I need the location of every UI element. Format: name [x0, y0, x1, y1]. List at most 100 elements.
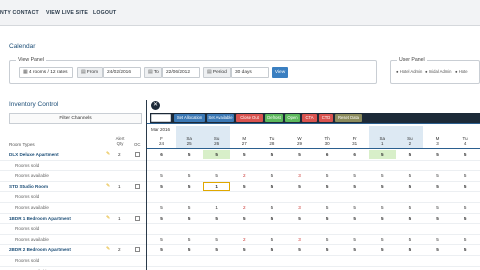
inventory-cell[interactable]: 5 [286, 150, 313, 159]
inventory-cell[interactable] [369, 256, 396, 265]
inventory-cell[interactable]: 5 [231, 214, 258, 223]
inventory-cell[interactable]: 5 [176, 150, 203, 159]
inventory-cell[interactable] [369, 161, 396, 170]
view-button[interactable]: View [272, 67, 288, 78]
inventory-cell[interactable]: 5 [424, 214, 451, 223]
inventory-cell[interactable]: 5 [396, 203, 423, 212]
inventory-cell[interactable]: 5 [314, 235, 341, 244]
inventory-cell[interactable]: 3 [286, 267, 313, 270]
inventory-cell[interactable]: 3 [286, 203, 313, 212]
inventory-cell[interactable]: 5 [424, 203, 451, 212]
nav-view-live-site[interactable]: VIEW LIVE SITE [46, 10, 88, 16]
inventory-cell[interactable]: 5 [424, 150, 451, 159]
inventory-cell[interactable]: 1 [203, 181, 231, 191]
inventory-cell[interactable]: 5 [203, 150, 231, 159]
inventory-cell[interactable]: 5 [341, 235, 368, 244]
inventory-cell[interactable]: 5 [452, 171, 479, 180]
toolbar-button-set-available[interactable]: Set Available [207, 114, 234, 122]
oc-checkbox[interactable] [135, 183, 140, 189]
inventory-cell[interactable]: 5 [231, 182, 258, 191]
inventory-cell[interactable]: 5 [314, 203, 341, 212]
inventory-cell[interactable] [396, 224, 423, 233]
inventory-cell[interactable] [452, 192, 479, 201]
inventory-cell[interactable] [452, 161, 479, 170]
edit-pencil-icon[interactable]: ✎ [106, 215, 110, 221]
room-type-name[interactable]: 2BDR 2 Bedroom Apartment [9, 247, 71, 252]
inventory-cell[interactable] [452, 224, 479, 233]
inventory-cell[interactable]: 5 [424, 235, 451, 244]
inventory-cell[interactable] [203, 224, 230, 233]
inventory-cell[interactable] [203, 256, 230, 265]
nav-logout[interactable]: LOGOUT [93, 10, 116, 16]
oc-checkbox[interactable] [135, 152, 140, 157]
inventory-cell[interactable]: 5 [258, 150, 285, 159]
filter-channels-button[interactable]: Filter Channels [9, 113, 142, 124]
toolbar-button-defrost[interactable]: Defrost [265, 114, 283, 122]
inventory-cell[interactable]: 5 [258, 245, 285, 254]
inventory-cell[interactable] [396, 256, 423, 265]
inventory-cell[interactable] [231, 256, 258, 265]
inventory-cell[interactable]: 5 [396, 267, 423, 270]
inventory-cell[interactable]: 2 [231, 203, 258, 212]
from-date-input[interactable]: 24/02/2016 [103, 67, 141, 78]
inventory-cell[interactable]: 5 [424, 182, 451, 191]
inventory-cell[interactable]: 5 [452, 245, 479, 254]
inventory-cell[interactable] [424, 224, 451, 233]
inventory-cell[interactable]: 5 [396, 245, 423, 254]
inventory-cell[interactable]: 5 [203, 267, 230, 270]
inventory-cell[interactable]: 5 [176, 214, 203, 223]
inventory-cell[interactable]: 5 [369, 235, 396, 244]
inventory-cell[interactable]: 5 [314, 171, 341, 180]
inventory-cell[interactable] [176, 192, 203, 201]
inventory-cell[interactable] [176, 224, 203, 233]
inventory-cell[interactable] [424, 192, 451, 201]
inventory-cell[interactable] [314, 256, 341, 265]
inventory-cell[interactable] [203, 192, 230, 201]
inventory-cell[interactable]: 5 [258, 182, 285, 191]
inventory-cell[interactable]: 5 [341, 171, 368, 180]
inventory-cell[interactable]: 5 [314, 267, 341, 270]
inventory-cell[interactable]: 5 [258, 203, 285, 212]
inventory-cell[interactable]: 5 [314, 182, 341, 191]
inventory-cell[interactable] [148, 192, 175, 201]
inventory-cell[interactable]: 5 [396, 182, 423, 191]
inventory-cell[interactable]: 5 [148, 267, 175, 270]
nav-contact[interactable]: NTY CONTACT [0, 10, 39, 16]
inventory-cell[interactable]: 5 [286, 214, 313, 223]
toolbar-value-input[interactable] [151, 114, 171, 122]
toolbar-button-close-out[interactable]: Close Out [236, 114, 263, 122]
inventory-cell[interactable] [452, 256, 479, 265]
inventory-cell[interactable]: 5 [452, 203, 479, 212]
inventory-cell[interactable]: 5 [452, 267, 479, 270]
inventory-cell[interactable]: 5 [424, 171, 451, 180]
inventory-cell[interactable] [314, 161, 341, 170]
room-type-name[interactable]: 1BDR 1 Bedroom Apartment [9, 216, 71, 221]
inventory-cell[interactable]: 5 [203, 214, 230, 223]
inventory-cell[interactable]: 5 [258, 171, 285, 180]
inventory-cell[interactable]: 5 [396, 235, 423, 244]
inventory-cell[interactable]: 5 [314, 245, 341, 254]
inventory-cell[interactable]: 3 [286, 235, 313, 244]
toolbar-button-cta[interactable]: CTA [302, 114, 317, 122]
inventory-cell[interactable]: 5 [369, 214, 396, 223]
inventory-cell[interactable]: 1 [203, 203, 230, 212]
inventory-cell[interactable] [258, 192, 285, 201]
oc-checkbox[interactable] [135, 247, 140, 253]
inventory-cell[interactable]: 5 [231, 150, 258, 159]
inventory-cell[interactable]: 3 [286, 171, 313, 180]
inventory-cell[interactable]: 5 [258, 235, 285, 244]
inventory-cell[interactable]: 5 [396, 150, 423, 159]
inventory-cell[interactable] [148, 161, 175, 170]
inventory-cell[interactable]: 5 [341, 267, 368, 270]
inventory-cell[interactable] [424, 161, 451, 170]
toolbar-button-reset-data[interactable]: Reset Data [335, 114, 362, 122]
inventory-cell[interactable] [203, 161, 230, 170]
inventory-cell[interactable] [286, 192, 313, 201]
close-icon[interactable]: ✕ [151, 101, 160, 110]
inventory-cell[interactable]: 5 [369, 171, 396, 180]
inventory-cell[interactable] [258, 161, 285, 170]
inventory-cell[interactable]: 6 [341, 150, 368, 159]
period-select[interactable]: 30 days [231, 67, 269, 78]
inventory-cell[interactable] [148, 256, 175, 265]
inventory-cell[interactable] [148, 224, 175, 233]
